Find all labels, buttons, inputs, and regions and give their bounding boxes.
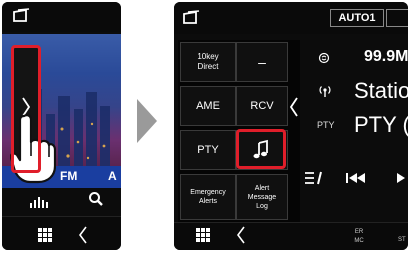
alert-message-log-label: Alert Message Log	[247, 184, 277, 210]
back-chevron-icon[interactable]	[236, 226, 246, 244]
rcv-button[interactable]: RCV	[236, 86, 288, 126]
grid-menu-icon[interactable]	[38, 228, 52, 242]
pty-indicator-label: PTY	[317, 120, 335, 130]
bottom-label-er-mc: ER MC	[354, 229, 364, 244]
station-name-text: Statio	[354, 78, 408, 103]
top-bar-edge	[386, 9, 408, 27]
close-panel-chevron-icon[interactable]	[288, 96, 300, 118]
highlight-side-tab	[11, 45, 41, 173]
source-icon[interactable]	[12, 8, 32, 24]
band-fm[interactable]: FM	[60, 169, 77, 183]
bottom-label-st: ST	[398, 237, 406, 243]
pty-button[interactable]: PTY	[180, 130, 236, 170]
direct-search-label: 10key Direct	[197, 52, 219, 71]
pty-display-text: PTY (	[354, 112, 408, 137]
back-chevron-icon[interactable]	[78, 226, 88, 244]
list-icon[interactable]	[304, 170, 326, 186]
band-next[interactable]: A	[108, 169, 117, 183]
grid-menu-icon[interactable]	[196, 228, 210, 242]
right-screen: AUTO1 10key Direct – AME RCV PTY Emergen…	[174, 2, 408, 250]
bottom-bar	[2, 216, 121, 250]
next-step-arrow	[136, 98, 158, 144]
emergency-alerts-button[interactable]: Emergency Alerts	[180, 174, 236, 220]
emergency-alerts-label: Emergency Alerts	[190, 189, 226, 205]
eq-icon[interactable]	[28, 191, 52, 209]
preset-icon	[318, 52, 330, 64]
search-icon[interactable]	[88, 191, 104, 207]
seek-mode-button[interactable]: AUTO1	[330, 9, 384, 27]
ame-button[interactable]: AME	[180, 86, 236, 126]
alert-message-log-button[interactable]: Alert Message Log	[236, 174, 288, 220]
highlight-tag-button	[236, 129, 286, 169]
direct-search-button[interactable]: 10key Direct	[180, 42, 236, 82]
dash-button[interactable]: –	[236, 42, 288, 82]
frequency-text: 99.9M	[364, 48, 408, 65]
pty-label: PTY	[197, 144, 219, 156]
source-icon[interactable]	[182, 10, 202, 26]
dash-label: –	[258, 54, 266, 70]
broadcast-icon	[318, 84, 332, 98]
previous-track-icon[interactable]	[346, 172, 366, 184]
rcv-label: RCV	[250, 100, 274, 112]
ame-label: AME	[196, 100, 220, 112]
next-track-icon[interactable]	[396, 172, 408, 184]
